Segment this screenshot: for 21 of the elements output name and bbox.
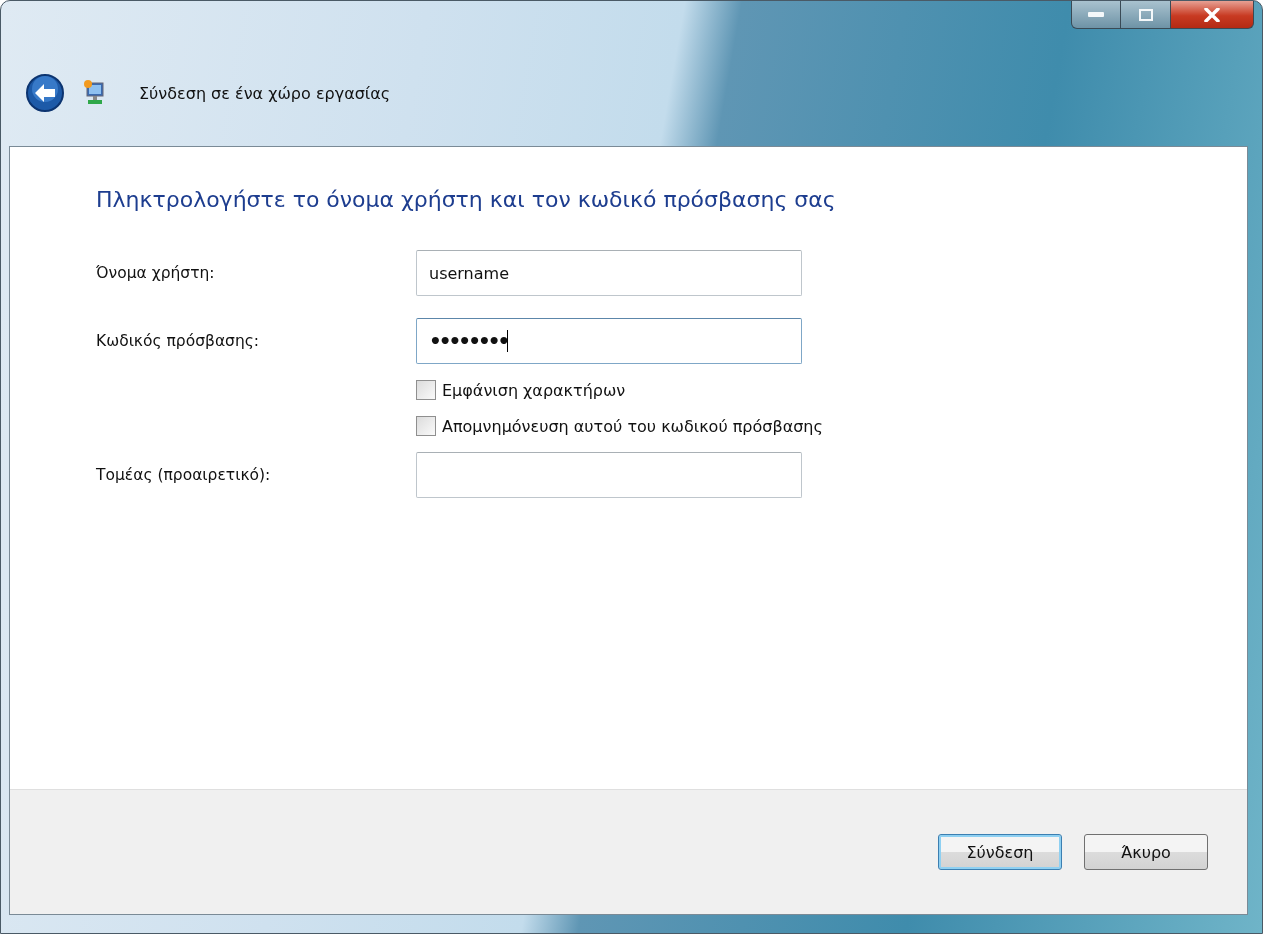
checkbox[interactable]: [416, 416, 436, 436]
close-button[interactable]: [1171, 1, 1254, 29]
field-label: Κωδικός πρόσβασης:: [96, 332, 261, 350]
input-field[interactable]: [416, 452, 802, 498]
checkbox-label[interactable]: Απομνημόνευση αυτού του κωδικού πρόσβασης: [442, 416, 823, 436]
checkbox-label[interactable]: Εμφάνιση χαρακτήρων: [442, 380, 626, 400]
password-field[interactable]: ••••••••: [416, 318, 802, 364]
close-icon: [1204, 7, 1220, 22]
maximize-icon: [1138, 8, 1153, 21]
input-field[interactable]: username: [416, 250, 802, 296]
back-button[interactable]: [25, 73, 65, 113]
window-title: Σύνδεση σε ένα χώρο εργασίας: [139, 83, 391, 103]
field-label: Όνομα χρήστη:: [96, 264, 216, 282]
checkbox[interactable]: [416, 380, 436, 400]
dialog-heading: Πληκτρολογήστε το όνομα χρήστη και τον κωδικό πρόσβασης σας: [96, 187, 837, 212]
field-label: Τομέας (προαιρετικό):: [96, 466, 272, 484]
minimize-icon: [1088, 11, 1104, 18]
minimize-button[interactable]: [1071, 1, 1121, 29]
maximize-button[interactable]: [1121, 1, 1171, 29]
cancel-button[interactable]: Άκυρο: [1084, 834, 1208, 870]
connect-button[interactable]: Σύνδεση: [938, 834, 1062, 870]
